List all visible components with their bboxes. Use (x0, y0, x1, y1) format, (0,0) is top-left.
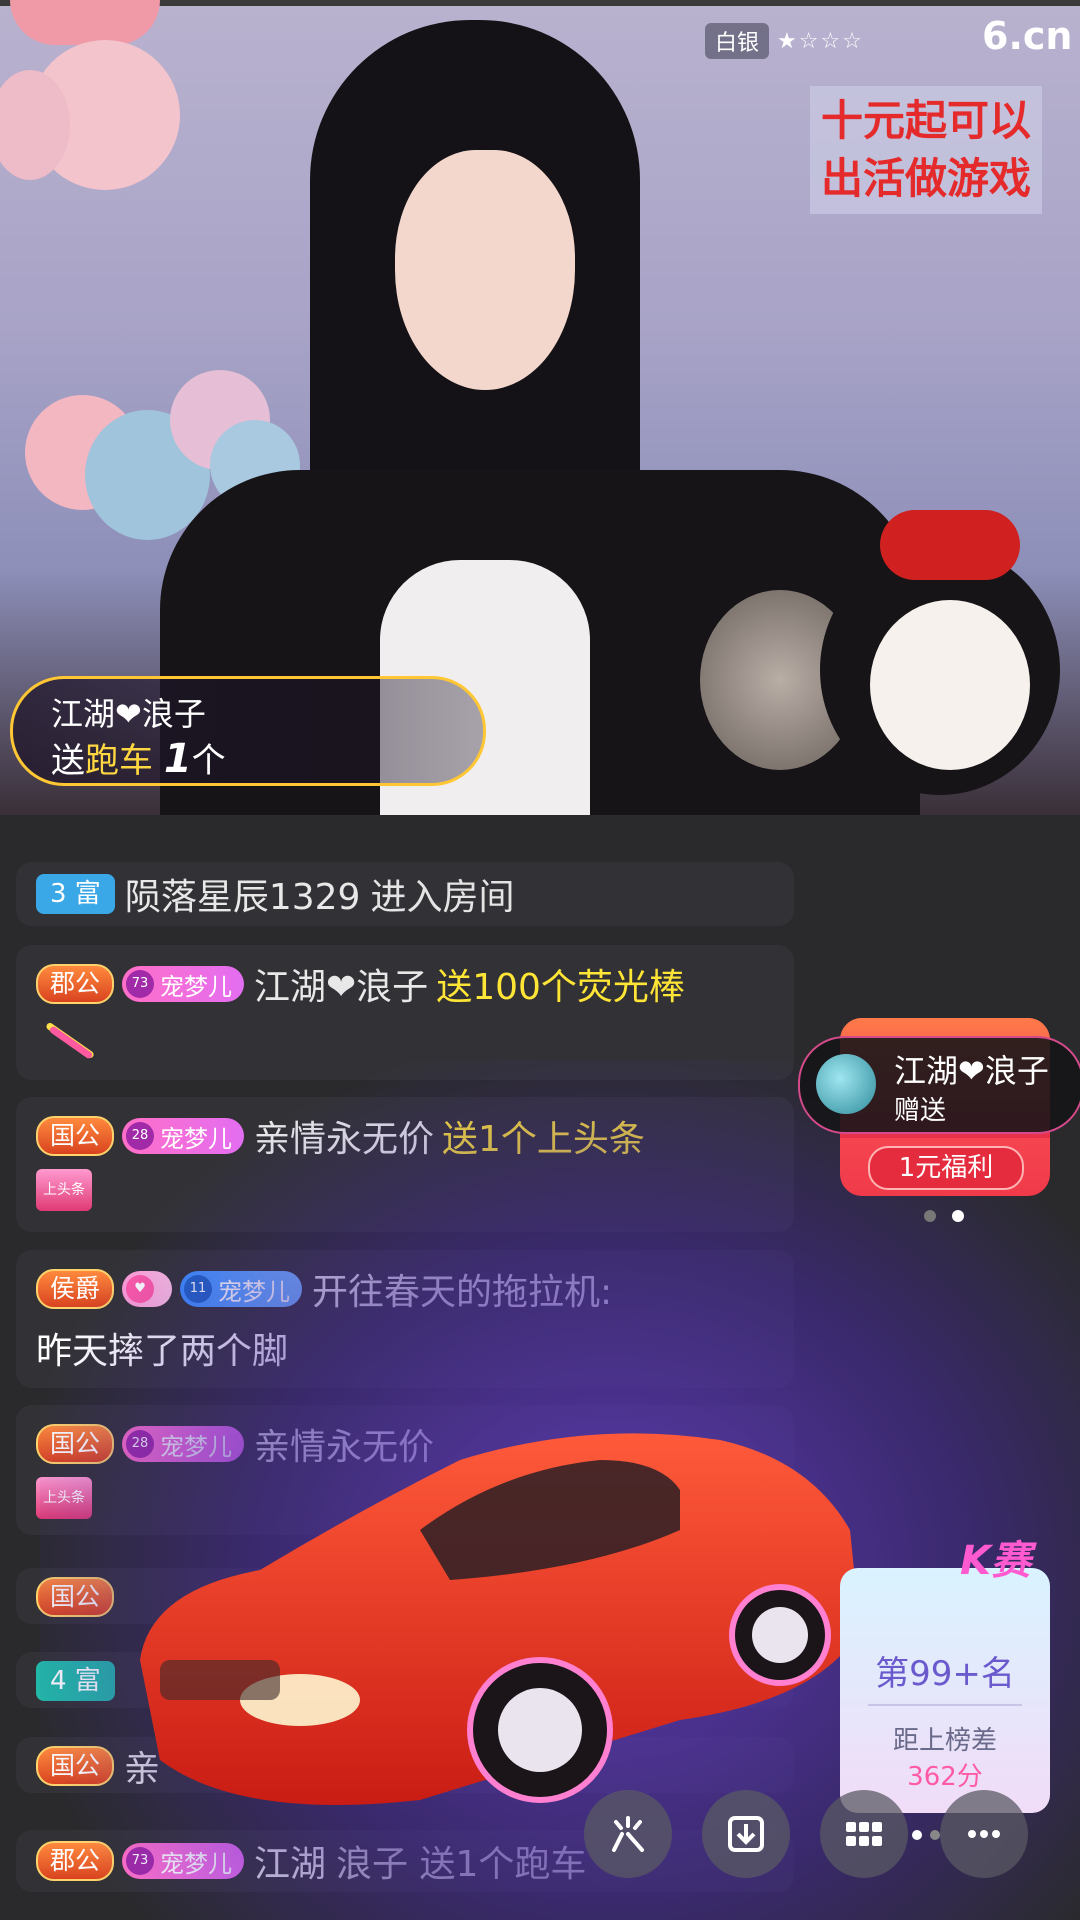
noble-rank-badge: 国公 (36, 1116, 115, 1156)
gift-banner: 江湖❤浪子 送跑车 1个 (10, 676, 486, 786)
chat-message: 郡公 73 宠梦儿 江湖❤浪子 送100个荧光棒 (16, 945, 794, 1080)
site-logo: 6.cn (982, 14, 1073, 58)
balloon (10, 0, 160, 45)
download-button[interactable] (702, 1790, 790, 1878)
grid-icon (846, 1822, 882, 1846)
chat-gift-text: 送1个上头条 (442, 1119, 645, 1160)
rank-position: 第99+名 (875, 1654, 1015, 1694)
wealth-level-badge: 3 富 (36, 874, 115, 914)
chat-username[interactable]: 江湖 (254, 1835, 326, 1887)
wealth-level-badge: 4 富 (36, 1661, 115, 1701)
sports-car-animation (140, 1433, 860, 1805)
page-dot (912, 1830, 922, 1840)
plush-doll-bow (880, 510, 1020, 580)
headline-gift-icon: 上头条 (36, 1477, 92, 1519)
gift-banner-text: 送跑车 1个 (51, 736, 226, 782)
carousel-dot-active[interactable] (952, 1210, 964, 1222)
carousel-dot[interactable] (924, 1210, 936, 1222)
star-rating: ★☆☆☆ (777, 28, 864, 54)
quality-badge: 白银 (705, 23, 770, 59)
chat-message: 3 富 陨落星辰1329 进入房间 (16, 862, 794, 926)
chat-text: 昨天摔了两个脚 (36, 1331, 289, 1372)
noble-rank-badge: 国公 (36, 1577, 115, 1617)
chat-message: 郡公 73 宠梦儿 江湖 浪子 送1个跑车 (16, 1830, 794, 1892)
sender-name: 江湖❤浪子 (894, 1052, 1049, 1090)
noble-rank-badge: 侯爵 (36, 1269, 115, 1309)
chat-username[interactable]: 亲情永无价 (254, 1110, 434, 1162)
grid-menu-button[interactable] (820, 1790, 908, 1878)
k-contest-rank-card[interactable]: K赛 第99+名 距上榜差 362分 (840, 1538, 1050, 1813)
fan-badge: 11 宠梦儿 (180, 1271, 303, 1307)
more-icon (968, 1830, 1000, 1838)
stream-notice: 十元起可以 出活做游戏 (810, 86, 1042, 214)
glowstick-icon (36, 1015, 96, 1065)
promo-button[interactable]: 1元福利 (868, 1146, 1024, 1190)
chat-message: 国公 28 宠梦儿 亲情永无价 送1个上头条 上头条 (16, 1097, 794, 1232)
rank-diff-label: 距上榜差 (892, 1726, 997, 1756)
more-button[interactable] (940, 1790, 1028, 1878)
chat-gift-text: 浪子 送1个跑车 (336, 1844, 587, 1885)
fan-badge: 73 宠梦儿 (122, 1843, 245, 1879)
chat-username[interactable]: 开往春天的拖拉机: (312, 1263, 612, 1315)
sender-action: 赠送 (894, 1096, 947, 1126)
gift-banner-user: 江湖❤浪子 (51, 695, 206, 733)
noble-rank-badge: 郡公 (36, 1841, 115, 1881)
fan-badge: 73 宠梦儿 (122, 966, 245, 1002)
live-video[interactable]: 白银 ★☆☆☆ 6.cn 十元起可以 出活做游戏 江湖❤浪子 送跑车 1个 (0, 0, 1080, 815)
noble-rank-badge: 国公 (36, 1746, 115, 1786)
download-icon (728, 1816, 764, 1852)
notice-line: 十元起可以 (820, 96, 1031, 145)
chat-username[interactable]: 江湖❤浪子 (254, 958, 428, 1010)
avatar[interactable] (816, 1054, 876, 1114)
rank-diff-value: 362分 (907, 1762, 983, 1792)
host-level[interactable]: 白银 ★☆☆☆ (705, 23, 864, 59)
headline-gift-icon: 上头条 (36, 1169, 92, 1211)
notice-line: 出活做游戏 (820, 154, 1031, 203)
heart-badge-icon: ♥ (122, 1271, 173, 1307)
share-button[interactable] (584, 1790, 672, 1878)
top-bar (0, 0, 1080, 6)
chat-action: 进入房间 (370, 877, 515, 918)
page-dot (930, 1830, 940, 1840)
noble-rank-badge: 郡公 (36, 964, 115, 1004)
streamer-face (395, 150, 575, 390)
chat-message: 侯爵 ♥ 11 宠梦儿 开往春天的拖拉机: 昨天摔了两个脚 (16, 1250, 794, 1388)
noble-rank-badge: 国公 (36, 1424, 115, 1464)
share-icon (612, 1816, 644, 1852)
chat-username[interactable]: 陨落星辰1329 (125, 868, 361, 920)
chat-gift-text: 送100个荧光棒 (436, 967, 685, 1008)
divider (868, 1704, 1022, 1706)
contest-logo: K赛 (960, 1538, 1031, 1584)
plush-doll-face (870, 600, 1030, 770)
fan-badge: 28 宠梦儿 (122, 1118, 245, 1154)
gift-sender-popup[interactable]: 江湖❤浪子 赠送 (798, 1036, 1080, 1134)
